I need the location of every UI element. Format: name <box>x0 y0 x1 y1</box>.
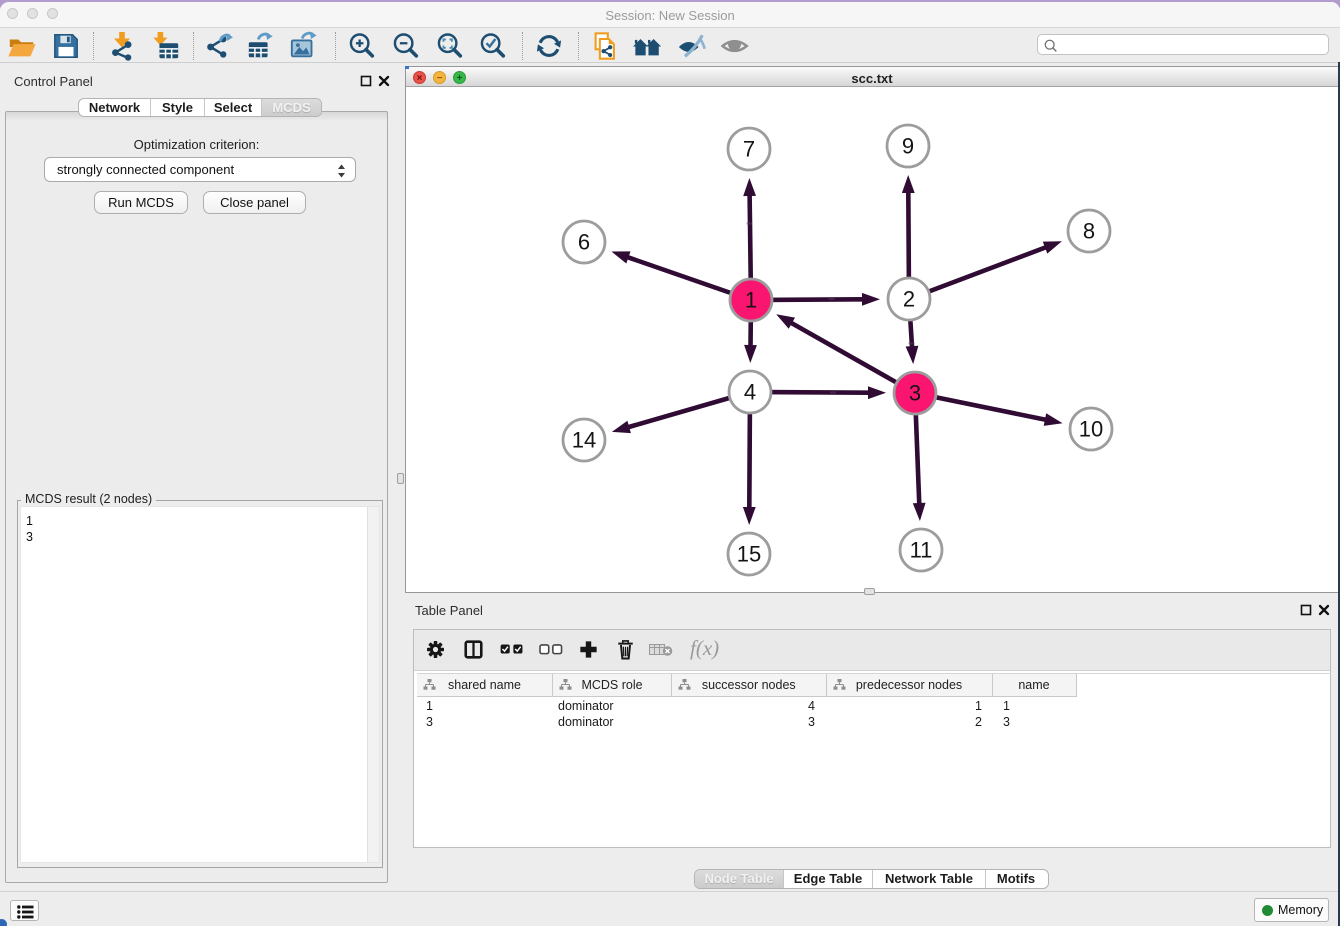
svg-text:10: 10 <box>1079 417 1103 442</box>
svg-text:15: 15 <box>737 542 761 567</box>
svg-text:14: 14 <box>572 428 596 453</box>
svg-text:4: 4 <box>744 380 756 405</box>
svg-text:3: 3 <box>909 381 921 406</box>
svg-text:9: 9 <box>902 134 914 159</box>
svg-text:8: 8 <box>1083 219 1095 244</box>
svg-text:6: 6 <box>578 230 590 255</box>
svg-text:7: 7 <box>743 137 755 162</box>
svg-text:11: 11 <box>910 538 933 563</box>
svg-text:1: 1 <box>745 288 757 313</box>
svg-text:2: 2 <box>903 287 915 312</box>
